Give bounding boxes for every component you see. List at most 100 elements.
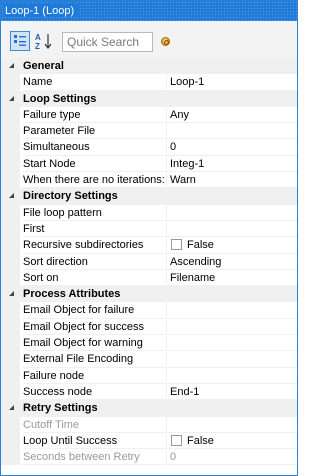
gutter [1, 123, 20, 140]
property-name: File loop pattern [23, 204, 167, 221]
property-value[interactable] [168, 335, 297, 352]
categorized-view-button[interactable] [10, 31, 30, 51]
svg-text:A: A [35, 33, 41, 42]
property-value[interactable]: False [168, 433, 297, 450]
collapse-arrow-icon[interactable] [9, 291, 14, 297]
section-title: Loop Settings [23, 92, 97, 105]
property-row-parameter-file[interactable]: Parameter File [1, 123, 297, 140]
property-value-text: 0 [170, 451, 177, 464]
checkbox[interactable] [171, 239, 182, 251]
property-name: Sort on [23, 269, 167, 287]
section-process-attributes[interactable]: Process Attributes [1, 286, 297, 303]
property-grid: General Name Loop-1 Loop Settings Failure ty… [1, 58, 297, 466]
gutter [1, 367, 20, 384]
section-general[interactable]: General [1, 58, 297, 75]
collapse-arrow-icon[interactable] [9, 95, 14, 101]
property-value[interactable]: 0 [168, 449, 297, 466]
property-row-sort-on[interactable]: Sort on Filename [1, 269, 297, 287]
property-value-text: Any [170, 108, 189, 121]
collapse-arrow-icon[interactable] [9, 193, 14, 199]
gutter [1, 106, 20, 124]
property-row-email-object-for-success[interactable]: Email Object for success [1, 318, 297, 336]
property-row-email-object-for-failure[interactable]: Email Object for failure [1, 302, 297, 319]
property-row-failure-node[interactable]: Failure node [1, 367, 297, 384]
gutter [1, 302, 20, 319]
property-row-cutoff-time[interactable]: Cutoff Time [1, 416, 297, 433]
property-value[interactable]: 0 [168, 139, 297, 156]
property-name: Loop Until Success [23, 432, 167, 450]
section-directory-settings[interactable]: Directory Settings [1, 188, 297, 205]
gutter [1, 204, 20, 221]
property-value-text: Integ-1 [170, 157, 205, 170]
property-name: Email Object for success [23, 318, 167, 336]
property-value[interactable] [168, 205, 297, 221]
property-row-start-node[interactable]: Start Node Integ-1 [1, 155, 297, 173]
collapse-arrow-icon[interactable] [9, 405, 14, 411]
section-loop-settings[interactable]: Loop Settings [1, 90, 297, 107]
property-row-loop-until-success[interactable]: Loop Until Success False [1, 432, 297, 450]
property-name: Simultaneous [23, 139, 167, 156]
gutter [1, 351, 20, 368]
property-row-sort-direction[interactable]: Sort direction Ascending [1, 253, 297, 270]
property-name: Start Node [23, 155, 167, 173]
property-value[interactable] [168, 319, 297, 336]
checkbox[interactable] [171, 434, 182, 446]
property-value[interactable] [168, 302, 297, 319]
property-row-file-loop-pattern[interactable]: File loop pattern [1, 204, 297, 221]
property-name: Email Object for warning [23, 335, 167, 352]
collapse-arrow-icon[interactable] [9, 63, 14, 68]
quick-search-input[interactable]: Quick Search [62, 32, 153, 52]
property-row-email-object-for-warning[interactable]: Email Object for warning [1, 335, 297, 352]
property-value[interactable] [168, 221, 297, 238]
section-title: Process Attributes [23, 288, 121, 301]
property-name: Failure node [23, 367, 167, 384]
property-row-seconds-between-retry[interactable]: Seconds between Retry 0 [1, 449, 297, 466]
property-row-failure-type[interactable]: Failure type Any [1, 106, 297, 124]
property-row-simultaneous[interactable]: Simultaneous 0 [1, 139, 297, 156]
property-name: First [23, 220, 167, 238]
property-row-name[interactable]: Name Loop-1 [1, 74, 297, 91]
property-row-recursive-subdirectories[interactable]: Recursive subdirectories False [1, 237, 297, 254]
gutter [1, 172, 20, 189]
property-value[interactable]: Any [168, 107, 297, 124]
section-title: Directory Settings [23, 190, 118, 203]
section-retry-settings[interactable]: Retry Settings [1, 400, 297, 417]
gutter [1, 318, 20, 336]
property-value-text: End-1 [170, 385, 200, 398]
property-row-external-file-encoding[interactable]: External File Encoding [1, 351, 297, 368]
property-value[interactable] [168, 368, 297, 384]
window-titlebar[interactable]: Loop-1 (Loop) [1, 1, 297, 21]
property-value[interactable]: Integ-1 [168, 156, 297, 173]
gutter [1, 383, 20, 401]
gutter [1, 449, 20, 466]
alphabetical-sort-button[interactable]: A Z [34, 31, 54, 51]
properties-window: Loop-1 (Loop) A Z Quick Search General Na… [0, 0, 298, 476]
property-value-text: False [187, 239, 214, 252]
object-coin-icon[interactable] [161, 37, 170, 46]
property-value[interactable]: False [168, 237, 297, 254]
property-value[interactable] [168, 351, 297, 368]
property-value[interactable] [168, 417, 297, 433]
gutter [1, 269, 20, 287]
property-row-success-node[interactable]: Success node End-1 [1, 383, 297, 401]
property-name: Success node [23, 383, 167, 401]
property-value-text: Filename [170, 271, 216, 284]
property-value-text: Loop-1 [170, 76, 205, 89]
section-title: General [23, 60, 64, 72]
property-name: When there are no iterations: [23, 172, 167, 189]
property-value-text: Ascending [170, 255, 222, 268]
property-value[interactable]: Ascending [168, 254, 297, 270]
property-value-text: Warn [170, 174, 196, 187]
property-row-when-there-are-no-iterations[interactable]: When there are no iterations: Warn [1, 172, 297, 189]
property-value[interactable] [168, 123, 297, 140]
property-value[interactable]: Warn [168, 172, 297, 189]
property-row-first[interactable]: First [1, 220, 297, 238]
gutter [1, 335, 20, 352]
property-name: Parameter File [23, 123, 167, 140]
property-value[interactable]: Filename [168, 270, 297, 287]
gutter [1, 416, 20, 433]
svg-text:Z: Z [35, 42, 40, 51]
gutter [1, 74, 20, 91]
property-value[interactable]: Loop-1 [168, 74, 297, 91]
property-value[interactable]: End-1 [168, 384, 297, 401]
